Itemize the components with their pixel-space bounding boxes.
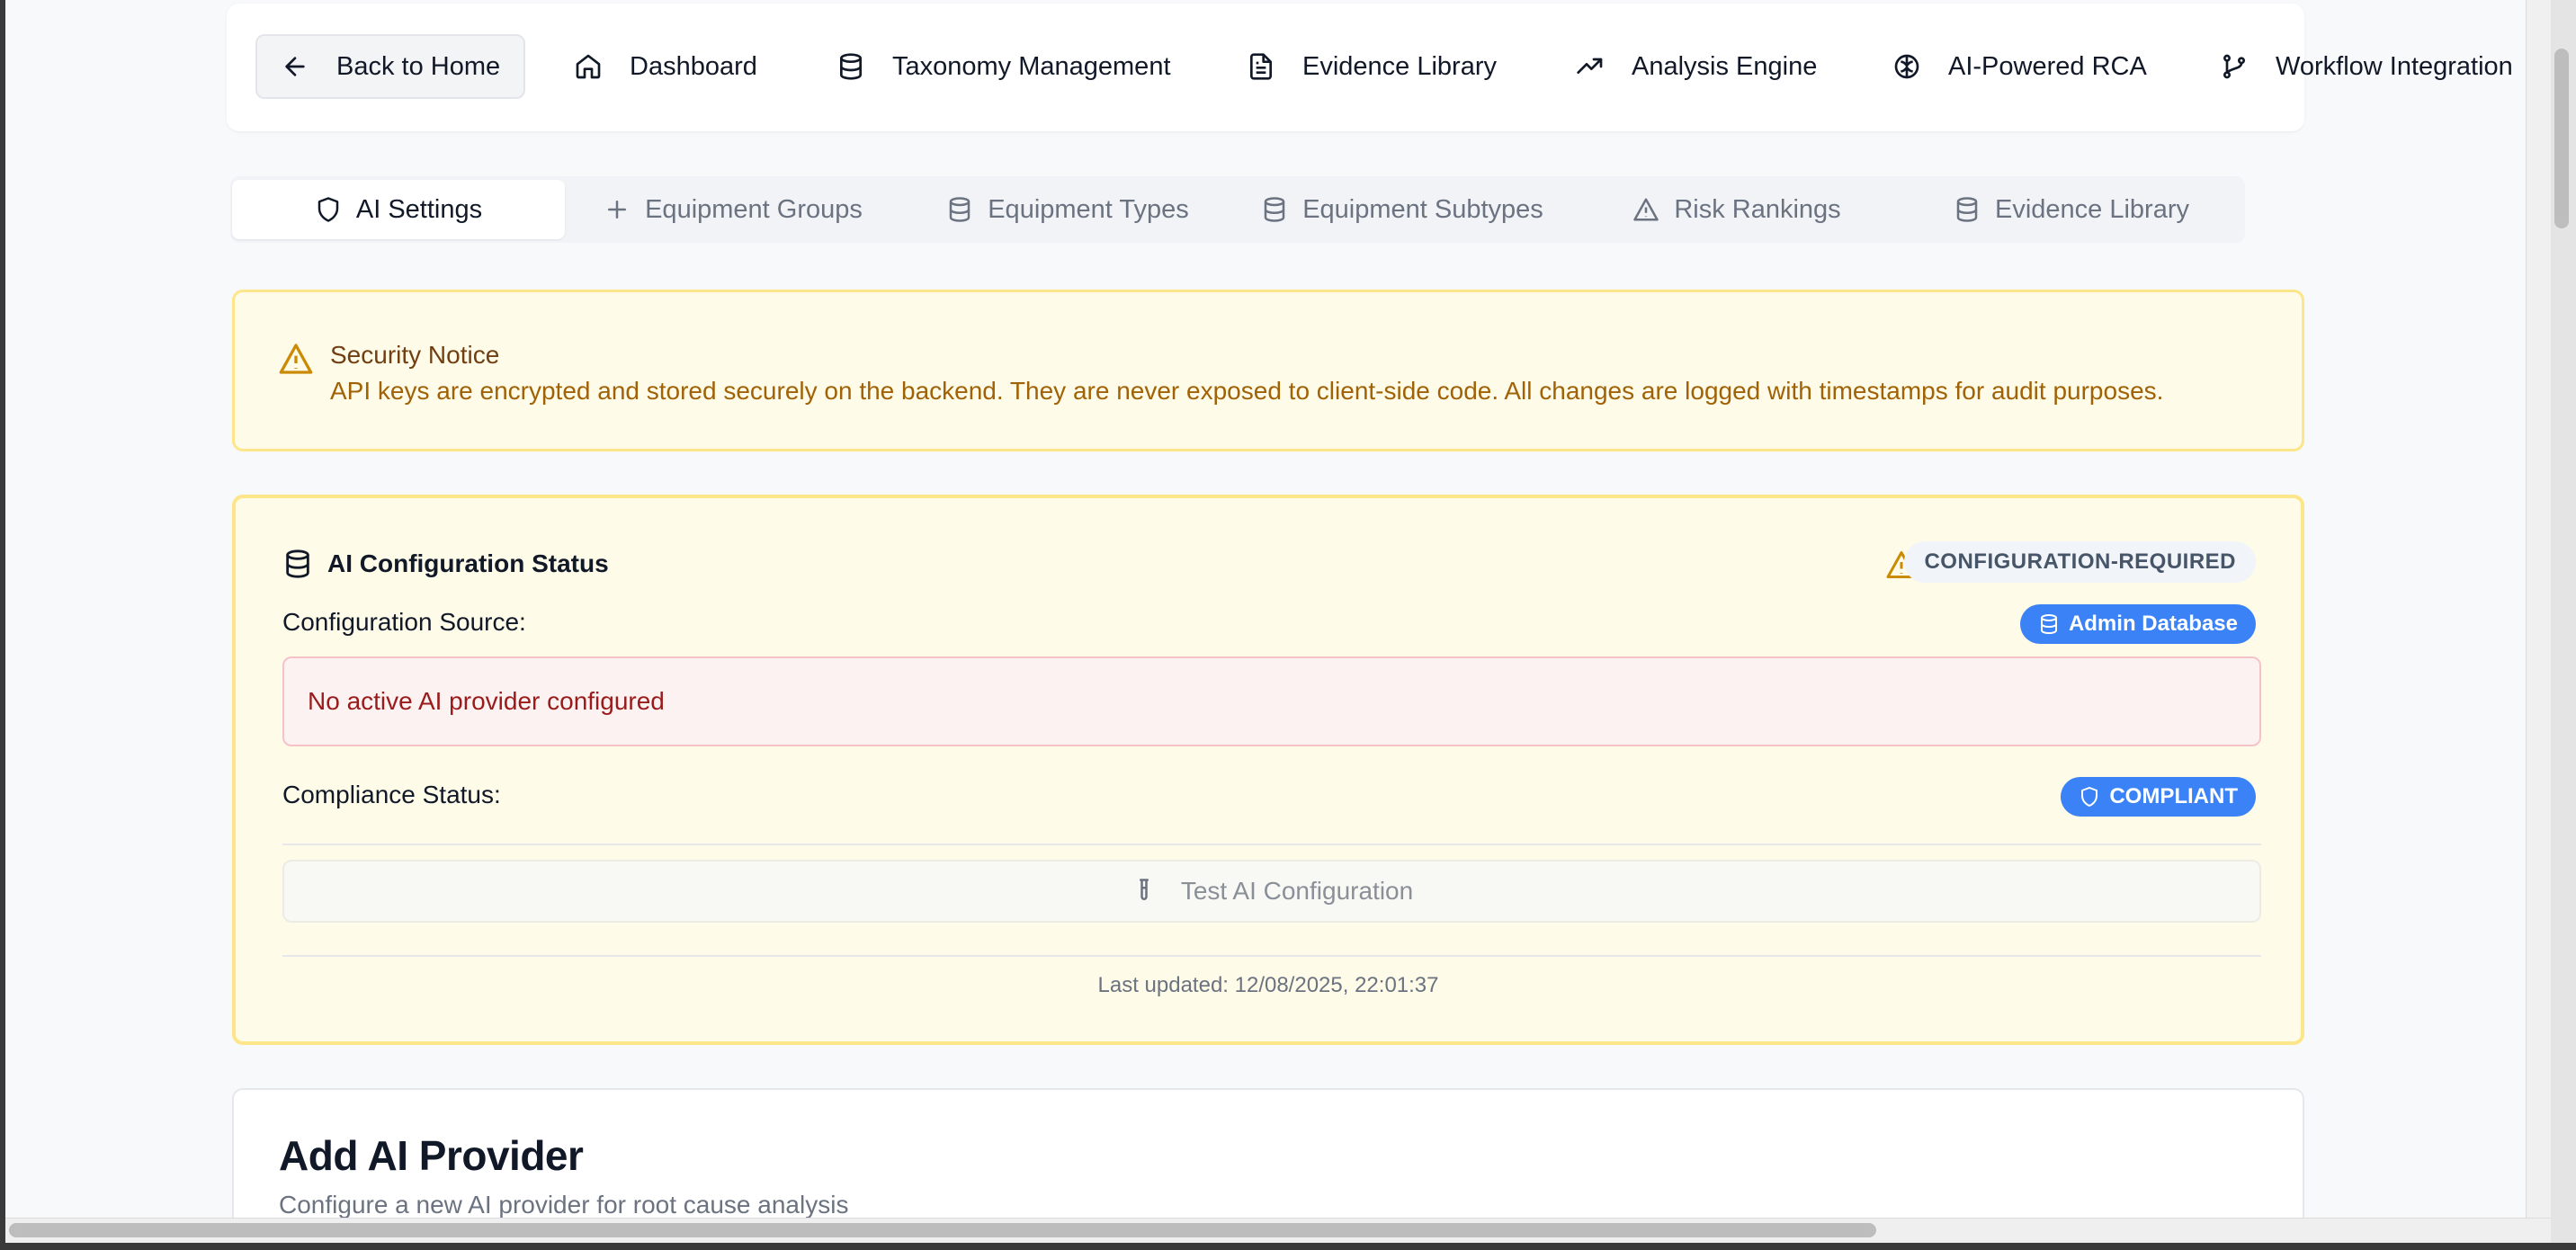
- compliance-status-label: Compliance Status:: [282, 781, 501, 808]
- add-ai-provider-card: Add AI Provider Configure a new AI provi…: [232, 1088, 2304, 1218]
- tab-evidence-library[interactable]: Evidence Library: [1905, 180, 2238, 239]
- security-notice-title: Security Notice: [330, 341, 500, 369]
- nav-ai-powered-rca[interactable]: AI-Powered RCA: [1892, 34, 2147, 99]
- nav-evidence-label: Evidence Library: [1302, 51, 1497, 81]
- database-icon: [840, 53, 862, 80]
- divider: [282, 844, 2261, 845]
- status-card-title: AI Configuration Status: [282, 549, 609, 579]
- arrow-left-icon: [285, 57, 305, 76]
- window-bottom-edge: [0, 1243, 2576, 1250]
- git-branch-icon: [2223, 54, 2245, 79]
- back-to-home-button[interactable]: Back to Home: [255, 34, 525, 99]
- tab-ai-settings[interactable]: AI Settings: [232, 180, 565, 239]
- back-to-home-label: Back to Home: [336, 51, 501, 81]
- shield-icon: [2081, 787, 2098, 807]
- security-notice-body: API keys are encrypted and stored secure…: [330, 377, 2164, 405]
- tab-risk-rankings[interactable]: Risk Rankings: [1570, 180, 1903, 239]
- alert-triangle-icon: [279, 344, 313, 374]
- page-viewport: Back to Home Dashboard Taxonomy Manageme…: [5, 0, 2526, 1218]
- test-ai-configuration-label: Test AI Configuration: [1180, 877, 1414, 905]
- nav-analysis-engine[interactable]: Analysis Engine: [1576, 34, 1817, 99]
- database-icon: [1956, 197, 1978, 222]
- nav-workflow-label: Workflow Integration: [2276, 51, 2513, 81]
- nav-dashboard[interactable]: Dashboard: [574, 34, 757, 99]
- compliance-status-badge: COMPLIANT: [2061, 777, 2256, 817]
- divider: [282, 955, 2261, 957]
- nav-evidence-library[interactable]: Evidence Library: [1247, 34, 1497, 99]
- test-ai-configuration-button[interactable]: Test AI Configuration: [282, 860, 2261, 923]
- file-text-icon: [1250, 53, 1272, 80]
- vertical-scrollbar-thumb[interactable]: [2554, 49, 2569, 228]
- nav-taxonomy-management[interactable]: Taxonomy Management: [836, 34, 1171, 99]
- last-updated-timestamp: Last updated: 12/08/2025, 22:01:37: [1097, 973, 1439, 997]
- tab-risk-rankings-label: Risk Rankings: [1674, 194, 1841, 224]
- status-card-title-text: AI Configuration Status: [327, 549, 609, 577]
- no-provider-error: No active AI provider configured: [282, 656, 2261, 746]
- security-notice: Security Notice API keys are encrypted a…: [232, 290, 2304, 451]
- tab-evidence-library-label: Evidence Library: [1995, 194, 2189, 224]
- database-icon: [286, 549, 309, 578]
- tab-equipment-subtypes-label: Equipment Subtypes: [1302, 194, 1543, 224]
- trending-up-icon: [1577, 58, 1603, 74]
- nav-taxonomy-label: Taxonomy Management: [892, 51, 1171, 81]
- configuration-state-badge: CONFIGURATION-REQUIRED: [1904, 541, 2256, 583]
- database-icon: [1264, 197, 1285, 222]
- tab-equipment-groups-label: Equipment Groups: [645, 194, 863, 224]
- test-tube-icon: [1139, 879, 1149, 900]
- brain-icon: [1894, 54, 1919, 79]
- add-ai-provider-subtitle: Configure a new AI provider for root cau…: [279, 1191, 849, 1218]
- shield-icon: [318, 197, 339, 222]
- database-icon: [949, 197, 970, 222]
- configuration-source-badge: Admin Database: [2019, 604, 2256, 644]
- nav-ai-rca-label: AI-Powered RCA: [1948, 51, 2147, 81]
- add-ai-provider-title: Add AI Provider: [279, 1132, 584, 1179]
- tab-equipment-subtypes[interactable]: Equipment Subtypes: [1236, 180, 1569, 239]
- home-icon: [576, 54, 601, 79]
- horizontal-scrollbar-thumb[interactable]: [9, 1223, 1876, 1237]
- nav-dashboard-label: Dashboard: [630, 51, 757, 81]
- compliance-status-badge-text: COMPLIANT: [2109, 784, 2238, 808]
- database-icon: [2040, 614, 2057, 635]
- configuration-source-badge-text: Admin Database: [2068, 612, 2238, 636]
- tab-equipment-types[interactable]: Equipment Types: [901, 180, 1234, 239]
- nav-workflow-integration[interactable]: Workflow Integration: [2220, 34, 2513, 99]
- plus-icon: [608, 201, 627, 219]
- tab-equipment-types-label: Equipment Types: [988, 194, 1189, 224]
- vertical-scrollbar-track[interactable]: [2526, 0, 2551, 1218]
- configuration-source-label: Configuration Source:: [282, 608, 526, 636]
- nav-analysis-label: Analysis Engine: [1632, 51, 1818, 81]
- alert-triangle-icon: [1633, 198, 1659, 221]
- tab-ai-settings-label: AI Settings: [355, 194, 483, 224]
- ai-configuration-status-card: AI Configuration Status CONFIGURATION-RE…: [232, 495, 2304, 1045]
- tab-equipment-groups[interactable]: Equipment Groups: [567, 180, 899, 239]
- admin-tabs: AI Settings Equipment Groups Equipment T…: [230, 176, 2245, 243]
